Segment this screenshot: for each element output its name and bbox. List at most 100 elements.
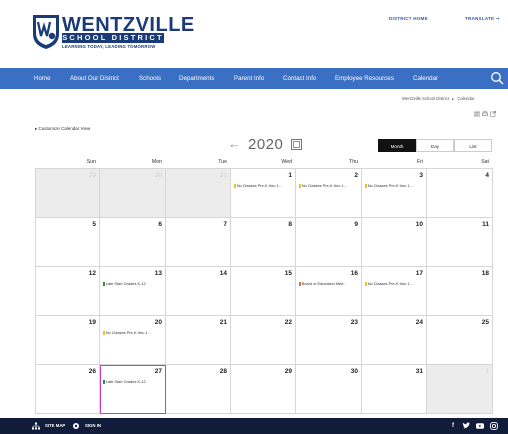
nav-item-about[interactable]: About Our District: [70, 68, 119, 89]
event-color-marker: [299, 281, 301, 286]
day-number: 29: [88, 172, 96, 179]
event-title: No Classes Pre-K thru 1...: [367, 183, 413, 188]
logo-tagline: LEARNING TODAY, LEADING TOMORROW: [62, 44, 156, 49]
calendar-day-cell[interactable]: 13 Late Start Grades K-12: [100, 267, 166, 316]
day-number: 4: [485, 172, 489, 179]
calendar-day-cell[interactable]: 20 No Classes Pre-K thru 1...: [100, 316, 166, 365]
site-map-link[interactable]: SITE MAP: [45, 418, 65, 434]
facebook-icon[interactable]: f: [452, 418, 454, 434]
calendar-day-cell[interactable]: 29: [35, 168, 100, 218]
calendar-day-cell[interactable]: 31: [362, 365, 427, 414]
event-title: Late Start Grades K-12: [105, 281, 146, 286]
calendar-day-cell[interactable]: 31: [166, 168, 231, 218]
event-title: No Classes Pre-K thru 1...: [105, 330, 151, 335]
sitemap-icon: [32, 422, 40, 430]
calendar-day-cell[interactable]: 16 Board of Education Mee...: [296, 267, 362, 316]
day-number: 22: [284, 319, 292, 326]
calendar-day-cell[interactable]: 22: [231, 316, 296, 365]
calendar-day-cell[interactable]: 3 No Classes Pre-K thru 1...: [362, 168, 427, 218]
day-number: 26: [88, 368, 96, 375]
calendar-event[interactable]: No Classes Pre-K thru 1...: [299, 183, 359, 188]
event-title: Board of Education Mee...: [301, 281, 347, 286]
customize-calendar-toggle[interactable]: ▸ Customize Calendar View: [35, 126, 90, 132]
calendar-day-cell[interactable]: 6: [100, 218, 166, 267]
calendar-day-cell[interactable]: 12: [35, 267, 100, 316]
calendar-day-cell[interactable]: 15: [231, 267, 296, 316]
calendar-day-cell[interactable]: 28: [166, 365, 231, 414]
day-number: 24: [415, 319, 423, 326]
day-number: 23: [350, 319, 358, 326]
calendar-day-cell[interactable]: 8: [231, 218, 296, 267]
calendar-event[interactable]: Late Start Grades K-12: [103, 379, 163, 384]
nav-item-contact[interactable]: Contact Info: [283, 68, 316, 89]
calendar-day-cell[interactable]: 5: [35, 218, 100, 267]
calendar-day-cell[interactable]: 1: [427, 365, 493, 414]
calendar-day-cell[interactable]: 4: [427, 168, 493, 218]
day-number: 25: [481, 319, 489, 326]
translate-link[interactable]: TRANSLATE ➞: [465, 16, 500, 22]
day-of-week-sun: Sun: [86, 159, 96, 165]
calendar-day-cell[interactable]: 18: [427, 267, 493, 316]
instagram-icon[interactable]: [490, 422, 498, 430]
page: WENTZVILLE SCHOOL DISTRICT LEARNING TODA…: [0, 0, 508, 434]
calendar-event[interactable]: No Classes Pre-K thru 1...: [103, 330, 163, 335]
calendar-event[interactable]: No Classes Pre-K thru 1...: [365, 281, 424, 286]
calendar-day-cell[interactable]: 11: [427, 218, 493, 267]
calendar-day-cell[interactable]: 30: [296, 365, 362, 414]
gear-icon: [73, 423, 79, 429]
calendar-day-cell[interactable]: 29: [231, 365, 296, 414]
district-logo-icon[interactable]: [32, 14, 60, 50]
main-nav: Home About Our District Schools Departme…: [0, 68, 508, 89]
nav-item-calendar[interactable]: Calendar: [413, 68, 438, 89]
day-number: 1: [288, 172, 292, 179]
calendar-day-cell[interactable]: 17 No Classes Pre-K thru 1...: [362, 267, 427, 316]
calendar-day-cell[interactable]: 27 Late Start Grades K-12: [100, 365, 166, 414]
calendar-day-cell[interactable]: 30: [100, 168, 166, 218]
calendar-day-cell[interactable]: 9: [296, 218, 362, 267]
calendar-day-cell[interactable]: 25: [427, 316, 493, 365]
view-list-button[interactable]: List: [454, 139, 492, 152]
day-number: 19: [88, 319, 96, 326]
event-title: No Classes Pre-K thru 1...: [301, 183, 347, 188]
calendar-event[interactable]: Board of Education Mee...: [299, 281, 359, 286]
prev-year-arrow-icon[interactable]: ←: [228, 136, 241, 151]
day-number: 13: [154, 270, 162, 277]
district-home-link[interactable]: DISTRICT HOME: [389, 16, 428, 21]
share-icon[interactable]: [490, 111, 496, 117]
day-number: 3: [419, 172, 423, 179]
nav-item-parent-info[interactable]: Parent Info: [234, 68, 264, 89]
day-number: 5: [92, 221, 96, 228]
day-number: 16: [350, 270, 358, 277]
nav-item-schools[interactable]: Schools: [139, 68, 161, 89]
site-header: WENTZVILLE SCHOOL DISTRICT LEARNING TODA…: [0, 0, 508, 68]
calendar-day-cell[interactable]: 1 No Classes Pre-K thru 1...: [231, 168, 296, 218]
search-icon[interactable]: [490, 71, 504, 85]
nav-item-departments[interactable]: Departments: [179, 68, 214, 89]
sign-in-link[interactable]: SIGN IN: [85, 418, 101, 434]
calendar-day-cell[interactable]: 26: [35, 365, 100, 414]
nav-item-home[interactable]: Home: [34, 68, 51, 89]
logo-name[interactable]: WENTZVILLE: [62, 15, 195, 35]
calendar-event[interactable]: No Classes Pre-K thru 1...: [234, 183, 293, 188]
view-month-button[interactable]: Month: [378, 139, 416, 152]
calendar-day-cell[interactable]: 14: [166, 267, 231, 316]
calendar-day-cell[interactable]: 10: [362, 218, 427, 267]
calendar-picker-icon[interactable]: [291, 139, 302, 150]
calendar-day-cell[interactable]: 21: [166, 316, 231, 365]
day-of-week-tue: Tue: [218, 159, 227, 165]
rss-icon[interactable]: [474, 111, 480, 117]
print-icon[interactable]: [482, 111, 488, 117]
calendar-event[interactable]: Late Start Grades K-12: [103, 281, 163, 286]
view-day-button[interactable]: Day: [416, 139, 454, 152]
calendar-day-cell[interactable]: 7: [166, 218, 231, 267]
youtube-icon[interactable]: [476, 422, 484, 430]
twitter-icon[interactable]: [462, 422, 470, 430]
calendar-day-cell[interactable]: 2 No Classes Pre-K thru 1...: [296, 168, 362, 218]
calendar-day-cell[interactable]: 19: [35, 316, 100, 365]
nav-item-employee[interactable]: Employee Resources: [335, 68, 394, 89]
calendar-day-cell[interactable]: 23: [296, 316, 362, 365]
breadcrumb-home[interactable]: Wentzville School District: [402, 96, 449, 101]
breadcrumb-current: Calendar: [457, 96, 475, 101]
calendar-event[interactable]: No Classes Pre-K thru 1...: [365, 183, 424, 188]
calendar-day-cell[interactable]: 24: [362, 316, 427, 365]
